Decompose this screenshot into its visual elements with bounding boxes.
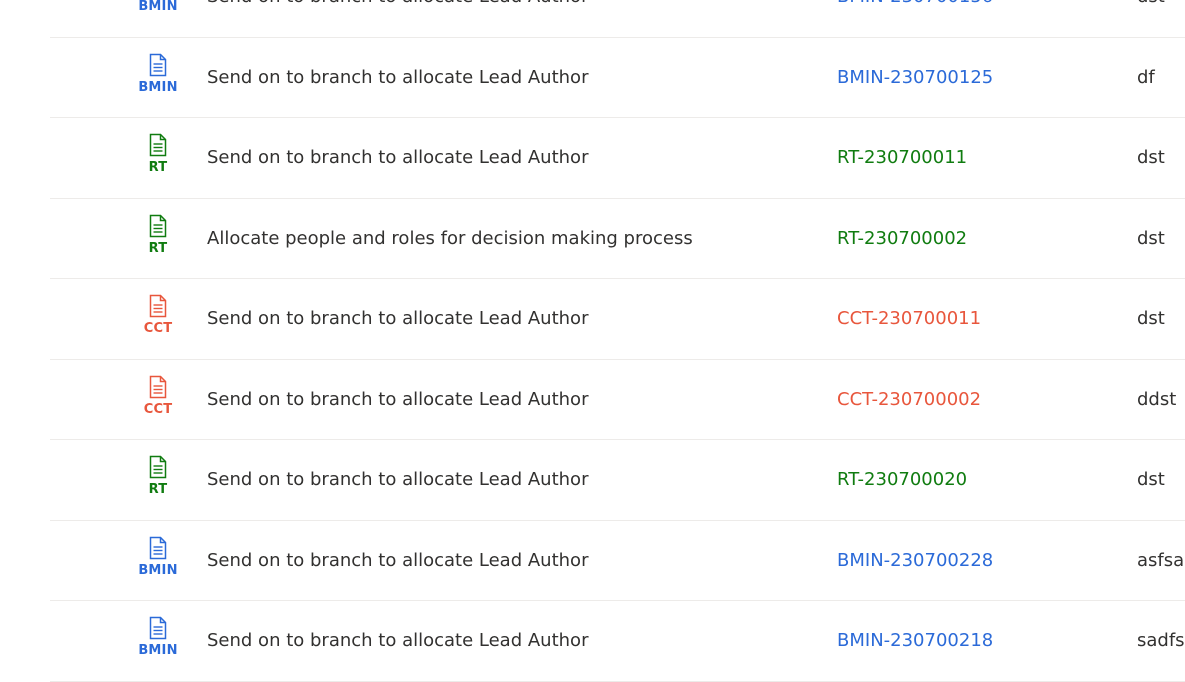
document-icon (148, 214, 168, 238)
table-row[interactable]: CCT Send on to branch to allocate Lead A… (50, 279, 1185, 360)
record-type-label: RT (148, 160, 168, 175)
record-type: BMIN (128, 0, 188, 15)
record-title: Send on to branch to allocate Lead Autho… (207, 469, 589, 490)
record-type: CCT (128, 375, 188, 418)
record-title: Send on to branch to allocate Lead Autho… (207, 147, 589, 168)
record-reference-link[interactable]: BMIN-230700156 (837, 0, 993, 37)
document-icon (148, 455, 168, 479)
record-extra: df (1137, 66, 1155, 88)
document-icon (148, 616, 168, 640)
document-icon (148, 375, 168, 399)
document-icon (148, 294, 168, 318)
record-title: Allocate people and roles for decision m… (207, 227, 693, 249)
record-type: BMIN (128, 616, 188, 659)
table-row[interactable]: BMIN Send on to branch to allocate Lead … (50, 521, 1185, 601)
record-reference-link[interactable]: RT-230700011 (837, 118, 967, 198)
record-type-label: BMIN (138, 562, 178, 578)
record-type: BMIN (128, 53, 188, 96)
record-type: CCT (128, 294, 188, 337)
record-type-label: CCT (143, 401, 173, 417)
document-icon (148, 536, 168, 560)
record-extra: dst (1137, 308, 1165, 329)
table-row[interactable]: RT Send on to branch to allocate Lead Au… (50, 440, 1185, 521)
record-type: BMIN (128, 536, 188, 579)
record-type-label: CCT (143, 321, 173, 336)
record-extra: dst (1137, 469, 1165, 490)
table-row[interactable]: BMIN Send on to branch to allocate Lead … (50, 38, 1185, 118)
record-extra: asfsadf (1137, 549, 1185, 571)
record-list: BMIN Send on to branch to allocate Lead … (50, 0, 1185, 682)
record-reference-link[interactable]: RT-230700002 (837, 199, 967, 279)
record-extra: dst (1137, 227, 1165, 249)
record-extra: sadfsdf (1137, 630, 1185, 651)
record-title: Send on to branch to allocate Lead Autho… (207, 549, 589, 571)
record-type-label: BMIN (138, 0, 178, 14)
document-icon (148, 53, 168, 77)
table-row[interactable]: CCT Send on to branch to allocate Lead A… (50, 360, 1185, 440)
record-extra: ddst (1137, 388, 1177, 410)
record-reference-link[interactable]: BMIN-230700228 (837, 521, 993, 601)
record-reference-link[interactable]: RT-230700020 (837, 440, 967, 520)
record-extra: dst (1137, 147, 1165, 168)
table-row[interactable]: RT Allocate people and roles for decisio… (50, 199, 1185, 279)
record-type-label: BMIN (138, 79, 178, 95)
table-row[interactable]: BMIN Send on to branch to allocate Lead … (50, 601, 1185, 682)
record-extra: dst (1137, 0, 1185, 37)
record-title: Send on to branch to allocate Lead Autho… (207, 66, 589, 88)
record-type: RT (128, 455, 188, 498)
table-row[interactable]: BMIN Send on to branch to allocate Lead … (50, 0, 1185, 38)
record-type: RT (128, 133, 188, 176)
record-reference-link[interactable]: CCT-230700011 (837, 279, 981, 359)
record-title: Send on to branch to allocate Lead Autho… (207, 630, 589, 651)
record-reference-link[interactable]: BMIN-230700125 (837, 38, 993, 118)
table-row[interactable]: RT Send on to branch to allocate Lead Au… (50, 118, 1185, 199)
record-reference-link[interactable]: CCT-230700002 (837, 360, 981, 440)
record-type-label: RT (148, 482, 168, 497)
record-title: Send on to branch to allocate Lead Autho… (207, 388, 589, 410)
record-type-label: BMIN (138, 643, 178, 658)
document-icon (148, 133, 168, 157)
record-type: RT (128, 214, 188, 257)
record-reference-link[interactable]: BMIN-230700218 (837, 601, 993, 681)
record-title: Send on to branch to allocate Lead Autho… (207, 0, 588, 37)
record-type-label: RT (148, 240, 168, 256)
record-title: Send on to branch to allocate Lead Autho… (207, 308, 589, 329)
